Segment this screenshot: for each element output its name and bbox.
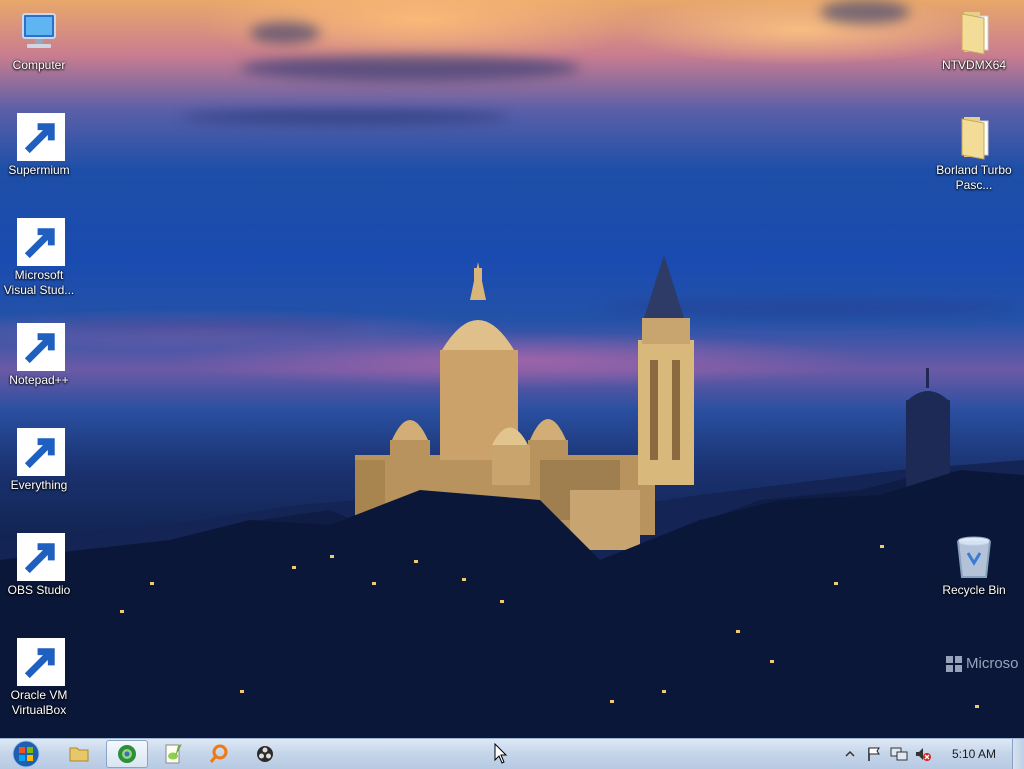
folder-icon: [950, 113, 998, 161]
taskbar-obs-studio[interactable]: [244, 740, 286, 768]
shortcut-arrow-icon: [17, 428, 65, 476]
start-button[interactable]: [3, 740, 49, 768]
icon-label: Notepad++: [9, 373, 69, 387]
desktop-icon-notepadpp[interactable]: Notepad++: [1, 323, 77, 388]
supermium-icon: [118, 745, 136, 763]
folder-icon: [950, 8, 998, 56]
taskbar-everything[interactable]: [198, 740, 240, 768]
windows-logo-icon: [946, 655, 962, 672]
taskbar: 5:10 AM: [0, 738, 1024, 769]
mouse-cursor-icon: [494, 743, 508, 764]
windows-explorer-icon: [69, 747, 89, 762]
windows-start-icon: [12, 740, 40, 768]
everything-icon: [209, 744, 228, 763]
desktop-icon-virtualbox[interactable]: Oracle VM VirtualBox: [1, 638, 77, 718]
supermium-icon: [15, 113, 65, 161]
desktop-icon-ntvdmx64[interactable]: NTVDMX64: [936, 8, 1012, 73]
show-hidden-icons-button[interactable]: [842, 739, 858, 769]
icon-label: Microsoft Visual Stud...: [3, 268, 75, 297]
obs-studio-icon: [15, 533, 65, 581]
obs-studio-icon: [257, 746, 273, 762]
shortcut-arrow-icon: [17, 638, 65, 686]
computer-icon: [15, 8, 63, 56]
icon-label: Recycle Bin: [942, 583, 1006, 597]
volume-muted-icon: [916, 748, 931, 761]
desktop-icon-supermium[interactable]: Supermium: [1, 113, 77, 178]
shortcut-arrow-icon: [17, 218, 65, 266]
desktop-wallpaper: Computer Supermium Microsoft Visual Stud…: [0, 0, 1024, 738]
icon-label: Supermium: [8, 163, 70, 177]
desktop-icon-recycle-bin[interactable]: Recycle Bin: [936, 533, 1012, 598]
system-clock[interactable]: 5:10 AM: [936, 739, 1012, 769]
virtualbox-icon: [15, 638, 65, 686]
shortcut-arrow-icon: [17, 113, 65, 161]
icon-label: Oracle VM VirtualBox: [10, 688, 68, 717]
taskbar-supermium[interactable]: [106, 740, 148, 768]
desktop-icon-borland-turbo-pascal[interactable]: Borland Turbo Pasc...: [936, 113, 1012, 193]
show-desktop-button[interactable]: [1012, 739, 1024, 769]
desktop-icon-everything[interactable]: Everything: [1, 428, 77, 493]
visual-studio-icon: [15, 218, 65, 266]
notepadpp-icon: [15, 323, 65, 371]
everything-icon: [15, 428, 65, 476]
action-center-flag-icon: [868, 747, 880, 761]
desktop-icon-computer[interactable]: Computer: [1, 8, 77, 73]
desktop-icon-visual-studio[interactable]: Microsoft Visual Stud...: [1, 218, 77, 298]
paris-skyline: [0, 255, 1024, 738]
icon-label: Everything: [10, 478, 68, 492]
desktop-icon-obs-studio[interactable]: OBS Studio: [1, 533, 77, 598]
chevron-up-icon: [845, 750, 855, 757]
shortcut-arrow-icon: [17, 533, 65, 581]
windows-watermark: Microso: [946, 655, 1019, 672]
shortcut-arrow-icon: [17, 323, 65, 371]
network-button[interactable]: [888, 739, 910, 769]
network-icon: [890, 747, 908, 761]
icon-label: Borland Turbo Pasc...: [936, 163, 1012, 192]
icon-label: Computer: [12, 58, 66, 72]
taskbar-windows-explorer[interactable]: [58, 740, 100, 768]
volume-button[interactable]: [912, 739, 934, 769]
action-center-button[interactable]: [864, 739, 884, 769]
icon-label: OBS Studio: [7, 583, 71, 597]
watermark-text: Microso: [966, 655, 1019, 672]
taskbar-notepadpp[interactable]: [152, 740, 194, 768]
recycle-bin-icon: [950, 533, 998, 581]
icon-label: NTVDMX64: [941, 58, 1006, 72]
notepadpp-icon: [165, 744, 182, 764]
